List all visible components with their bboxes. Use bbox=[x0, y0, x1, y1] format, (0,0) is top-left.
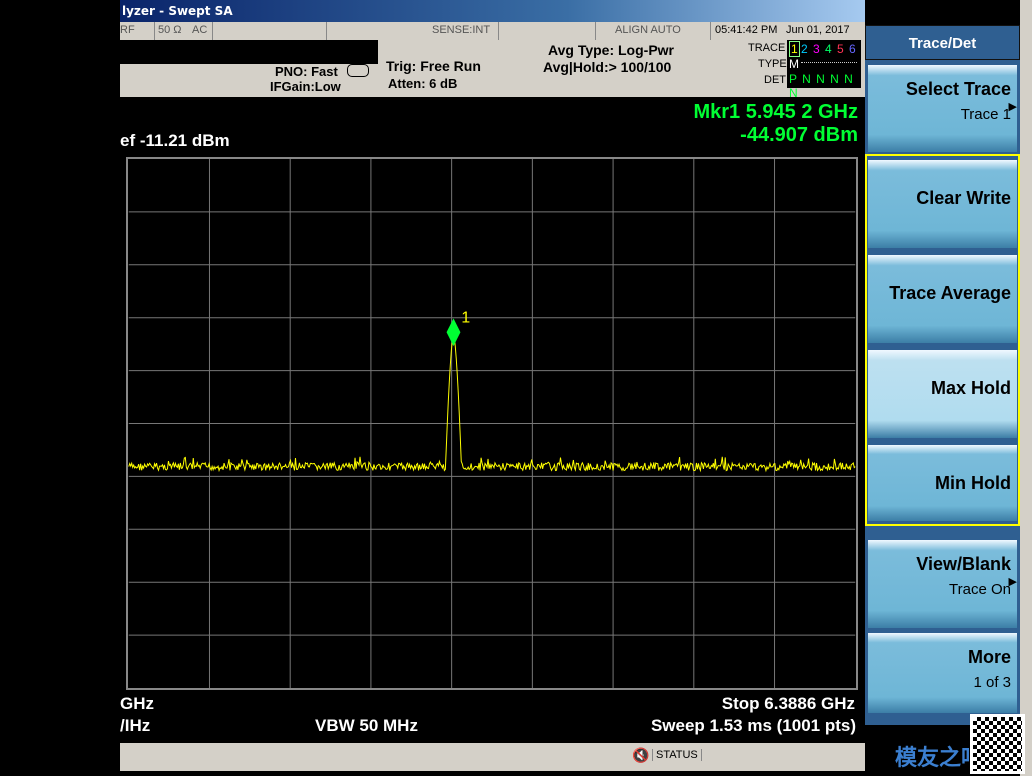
softkey-sublabel: Trace On bbox=[949, 581, 1011, 598]
coupling: AC bbox=[192, 24, 208, 36]
pno: PNO: Fast bbox=[275, 64, 338, 79]
det-label: DET bbox=[764, 74, 786, 86]
window-title: lyzer - Swept SA bbox=[120, 0, 865, 22]
trace-label: TRACE bbox=[748, 42, 786, 54]
vbw: VBW 50 MHz bbox=[315, 716, 418, 735]
softkey-view-blank[interactable]: View/Blank Trace On ▶ bbox=[868, 540, 1017, 628]
ifgain: IFGain:Low bbox=[270, 79, 341, 94]
marker-diamond-icon[interactable] bbox=[446, 318, 461, 347]
softkey-label: View/Blank bbox=[916, 554, 1011, 574]
trace-1: 1 bbox=[789, 41, 800, 57]
status-button[interactable]: STATUS bbox=[652, 749, 702, 761]
sweep-time: Sweep 1.53 ms (1001 pts) bbox=[650, 716, 856, 735]
submenu-arrow-icon: ▶ bbox=[1008, 576, 1017, 588]
ref-level: ef -11.21 dBm bbox=[120, 131, 230, 150]
speaker-muted-icon: 🔇 bbox=[632, 747, 650, 763]
atten: Atten: 6 dB bbox=[388, 76, 458, 91]
softkey-select-trace[interactable]: Select Trace Trace 1 ▶ bbox=[868, 65, 1017, 152]
trace-2: 2 bbox=[801, 42, 808, 56]
trig: Trig: Free Run bbox=[386, 58, 481, 74]
submenu-arrow-icon: ▶ bbox=[1008, 101, 1017, 113]
scrollbar bbox=[1020, 0, 1032, 776]
status-bar: 🔇 STATUS bbox=[120, 743, 865, 771]
marker-amplitude: -44.907 dBm bbox=[740, 124, 858, 146]
trace-det: P N N N N N bbox=[789, 72, 854, 100]
trace-6: 6 bbox=[849, 42, 856, 56]
softkey-label: Select Trace bbox=[905, 79, 1011, 99]
avg-hold: Avg|Hold:> 100/100 bbox=[543, 59, 672, 75]
qr-code bbox=[970, 714, 1025, 774]
align: ALIGN AUTO bbox=[615, 24, 681, 36]
sense: SENSE:INT bbox=[432, 24, 491, 36]
softkey-label: More bbox=[967, 647, 1011, 667]
softkey-sublabel: Trace 1 bbox=[960, 106, 1011, 123]
marker-freq: Mkr1 5.945 2 GHz bbox=[693, 101, 858, 123]
trace-1-line bbox=[128, 334, 856, 473]
type-blank bbox=[801, 62, 857, 65]
stop-freq: Stop 6.3886 GHz bbox=[721, 694, 855, 713]
sweep-arrow-icon bbox=[347, 64, 369, 77]
status-row: RF 50 Ω AC SENSE:INT ALIGN AUTO 05:41:42… bbox=[120, 22, 865, 40]
type-label: TYPE bbox=[758, 58, 787, 70]
marker-number: 1 bbox=[461, 309, 470, 326]
spectrum-graticule[interactable]: 1 bbox=[126, 157, 858, 690]
trace-mode-group bbox=[865, 154, 1020, 526]
trace-4: 4 bbox=[825, 42, 832, 56]
center-freq: GHz bbox=[120, 694, 154, 713]
trace-5: 5 bbox=[837, 42, 844, 56]
softkey-sublabel: 1 of 3 bbox=[973, 674, 1011, 691]
res-bw: /IHz bbox=[120, 716, 151, 735]
softkey-more[interactable]: More 1 of 3 bbox=[868, 633, 1017, 713]
trace-3: 3 bbox=[813, 42, 820, 56]
time: 05:41:42 PM bbox=[715, 24, 778, 36]
date: Jun 01, 2017 bbox=[786, 24, 850, 36]
softkey-menu-title: Trace/Det bbox=[865, 25, 1020, 60]
trace-type: M bbox=[789, 57, 799, 71]
rf-indicator: RF bbox=[120, 24, 135, 36]
impedance: 50 Ω bbox=[158, 24, 182, 36]
trace-table: 1 2 3 4 5 6 M P N N N N N bbox=[787, 40, 861, 100]
avg-type: Avg Type: Log-Pwr bbox=[548, 42, 674, 58]
message-area bbox=[120, 40, 378, 64]
